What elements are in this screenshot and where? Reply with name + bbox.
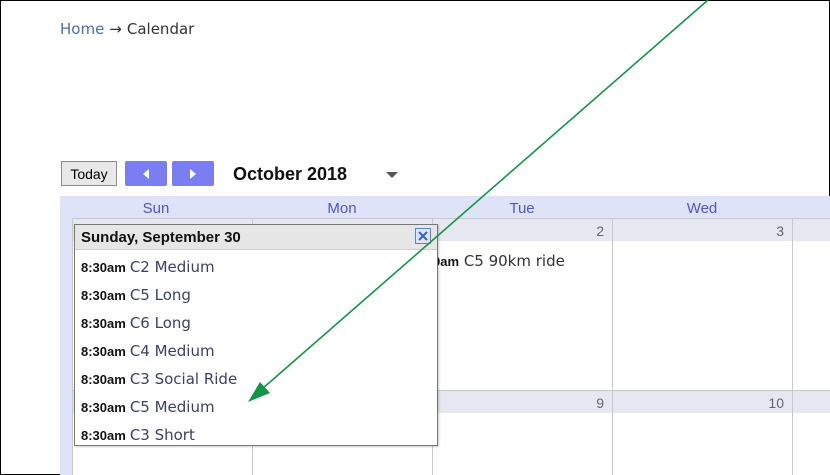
- day-cell-wed-w1[interactable]: 3: [612, 218, 792, 390]
- day-number: 3: [776, 223, 784, 239]
- chevron-right-icon: [190, 168, 196, 179]
- close-icon[interactable]: [415, 228, 431, 244]
- event-time: 8:30am: [81, 344, 126, 359]
- event-time: 8:30am: [81, 316, 126, 331]
- event-time: 8:30am: [81, 428, 126, 443]
- popup-event[interactable]: 8:30am C4 Medium: [81, 337, 433, 365]
- popup-title: Sunday, September 30: [81, 229, 241, 246]
- day-number: 10: [768, 395, 784, 411]
- event-title: C3 Social Ride: [129, 370, 238, 388]
- weekday-header-row: Sun Mon Tue Wed: [60, 196, 830, 218]
- weekday-header-mon: Mon: [327, 200, 357, 217]
- popup-event[interactable]: 8:30am C5 Long: [81, 281, 433, 309]
- day-number: 9: [596, 395, 604, 411]
- popup-event[interactable]: 8:30am C6 Long: [81, 309, 433, 337]
- event-title: C6 Long: [129, 314, 191, 332]
- event-time: 8:30am: [81, 288, 126, 303]
- day-cell-thu-w2[interactable]: [792, 390, 830, 475]
- event-title: C3 Short: [129, 426, 195, 444]
- breadcrumb: Home → Calendar: [60, 20, 194, 38]
- day-cell-thu-w1[interactable]: [792, 218, 830, 390]
- day-events-popup: Sunday, September 30 8:30am C2 Medium 8:3…: [74, 224, 438, 446]
- popup-event[interactable]: 8:30am C5 Medium: [81, 393, 433, 421]
- event-title: C5 Long: [129, 286, 191, 304]
- caret-down-icon[interactable]: [386, 172, 398, 178]
- event-title: C2 Medium: [129, 258, 215, 276]
- event-time: 8:30am: [81, 400, 126, 415]
- day-cell-tue-w2[interactable]: 9: [432, 390, 612, 475]
- event-title: C4 Medium: [129, 342, 215, 360]
- previous-month-button[interactable]: [125, 161, 167, 186]
- today-button[interactable]: Today: [61, 161, 117, 186]
- breadcrumb-current: Calendar: [126, 20, 195, 38]
- popup-event[interactable]: 8:30am C3 Social Ride: [81, 365, 433, 393]
- event-time: 8:30am: [81, 260, 126, 275]
- popup-header: Sunday, September 30: [75, 225, 437, 250]
- breadcrumb-home-link[interactable]: Home: [60, 20, 104, 38]
- breadcrumb-separator: →: [109, 20, 122, 38]
- month-title[interactable]: October 2018: [233, 161, 347, 187]
- day-cell-tue-w1[interactable]: 2 9am C5 90km ride: [432, 218, 612, 390]
- popup-event[interactable]: 8:30am C2 Medium: [81, 253, 433, 281]
- event-time: 8:30am: [81, 372, 126, 387]
- day-cell-wed-w2[interactable]: 10: [612, 390, 792, 475]
- event-title: C5 Medium: [129, 398, 215, 416]
- calendar-event[interactable]: 9am C5 90km ride: [433, 252, 565, 270]
- popup-event-list: 8:30am C2 Medium 8:30am C5 Long 8:30am C6 L…: [81, 253, 433, 449]
- next-month-button[interactable]: [172, 161, 214, 186]
- weekday-header-tue: Tue: [509, 200, 535, 217]
- event-title: C5 90km ride: [463, 252, 565, 270]
- chevron-left-icon: [143, 168, 149, 179]
- weekday-header-wed: Wed: [686, 200, 718, 217]
- popup-event[interactable]: 8:30am C3 Short: [81, 421, 433, 449]
- day-number: 2: [596, 223, 604, 239]
- weekday-header-sun: Sun: [142, 200, 170, 217]
